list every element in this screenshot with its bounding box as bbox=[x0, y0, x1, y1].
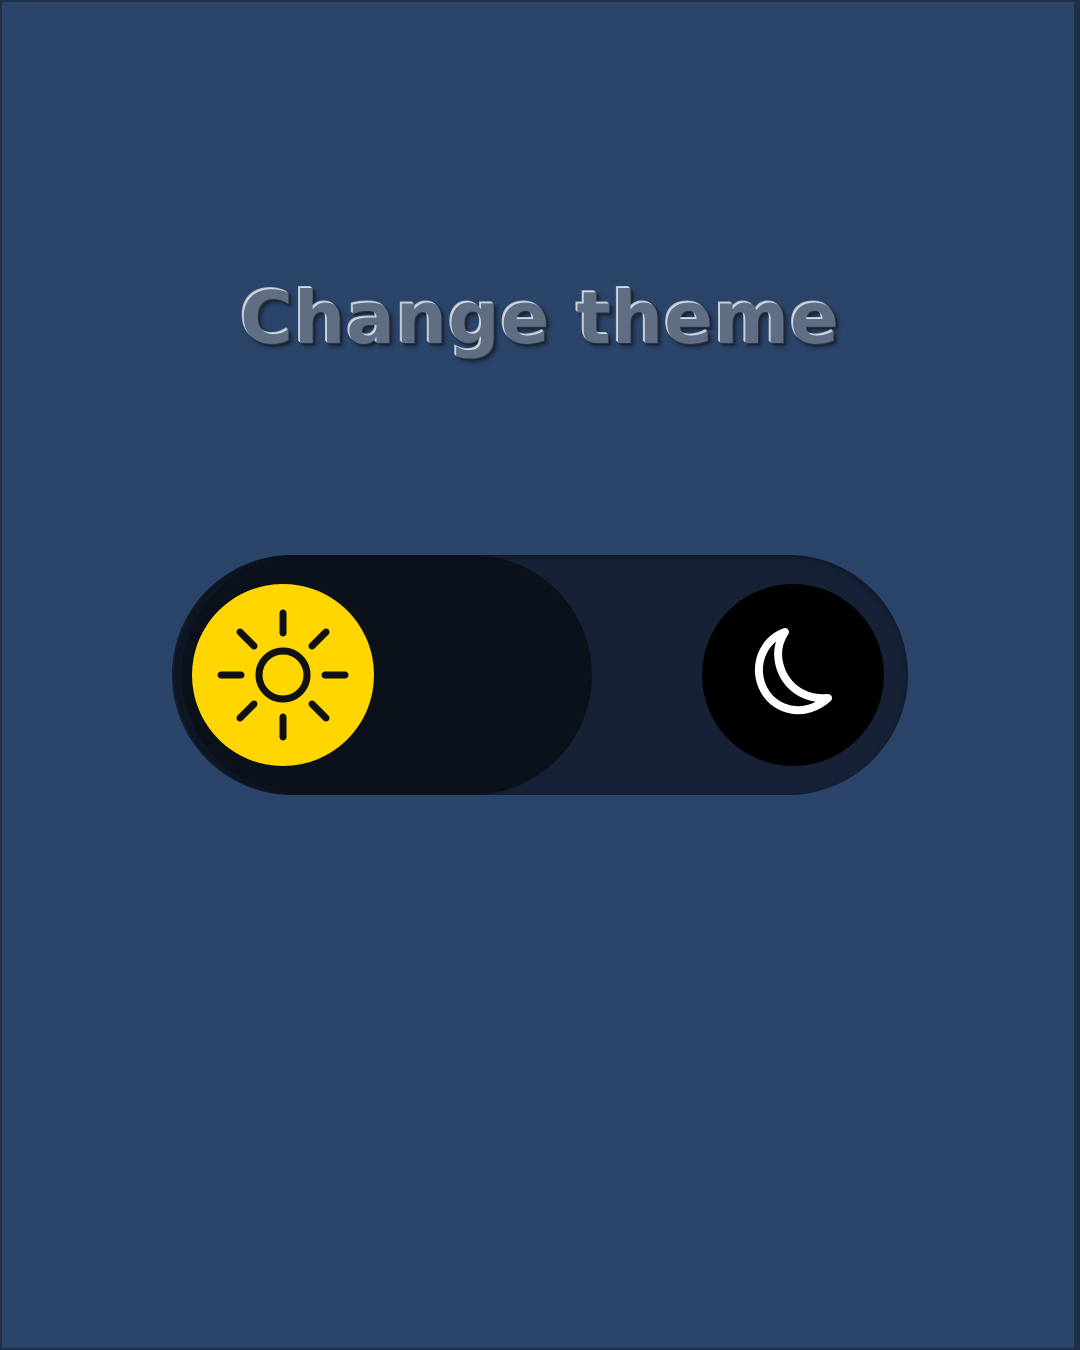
moon-icon bbox=[738, 620, 848, 730]
sun-icon bbox=[213, 605, 353, 745]
theme-toggle[interactable] bbox=[172, 555, 908, 795]
light-theme-button[interactable] bbox=[192, 584, 374, 766]
dark-theme-button[interactable] bbox=[702, 584, 884, 766]
page-title: Change theme bbox=[240, 276, 840, 360]
